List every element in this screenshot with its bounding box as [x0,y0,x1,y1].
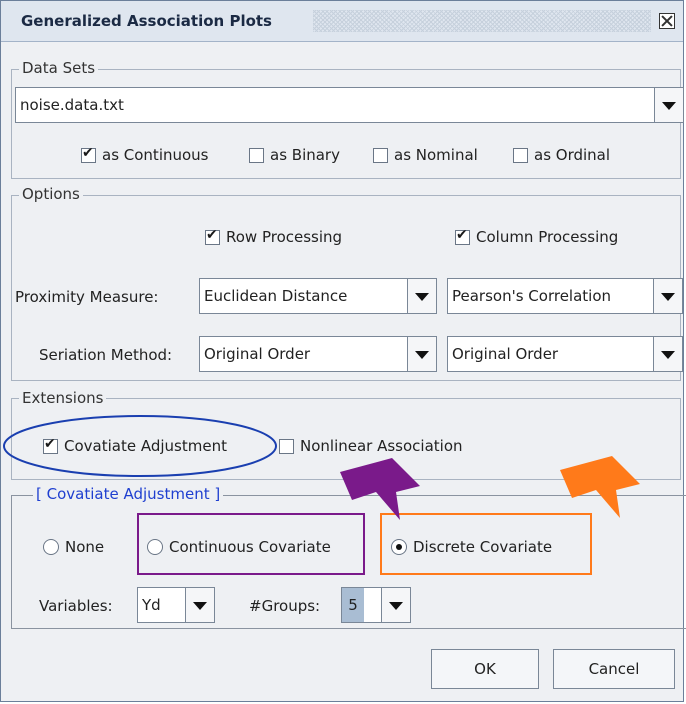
data-set-dropdown[interactable]: noise.data.txt [15,87,684,123]
seriation-row-dropdown[interactable]: Original Order [199,336,437,372]
ok-button[interactable]: OK [431,649,539,689]
checkbox-icon[interactable] [373,147,388,163]
window-title: Generalized Association Plots [21,12,272,30]
proximity-row-dropdown[interactable]: Euclidean Distance [199,278,437,314]
variables-value: Yd [142,596,161,614]
radio-continuous-covariate[interactable]: Continuous Covariate [147,538,331,556]
as-continuous-label: as Continuous [102,146,209,164]
row-processing-label: Row Processing [226,228,343,246]
checkbox-icon[interactable] [279,438,294,454]
covariate-adjustment-legend: [ Covatiate Adjustment ] [33,485,224,503]
radio-none[interactable]: None [43,538,104,556]
checkbox-icon[interactable] [43,436,58,454]
variables-label: Variables: [39,597,113,615]
title-bar[interactable]: Generalized Association Plots [1,1,683,42]
proximity-column-value: Pearson's Correlation [452,287,612,305]
as-binary-label: as Binary [270,146,340,164]
close-icon[interactable] [659,13,675,29]
data-set-value: noise.data.txt [20,96,124,114]
radio-icon[interactable] [43,539,59,555]
as-nominal-checkbox[interactable]: as Nominal [373,146,478,164]
covariate-adjustment-checkbox[interactable]: Covatiate Adjustment [43,436,227,455]
variables-dropdown[interactable]: Yd [137,587,215,623]
as-ordinal-label: as Ordinal [534,146,611,164]
covariate-adjustment-label: Covatiate Adjustment [64,437,227,455]
groups-dropdown[interactable]: 5 [341,587,411,623]
options-legend: Options [19,185,83,203]
radio-icon[interactable] [147,539,163,555]
seriation-method-label: Seriation Method: [39,346,173,364]
as-binary-checkbox[interactable]: as Binary [249,146,340,164]
checkbox-icon[interactable] [249,147,264,163]
radio-discrete-covariate[interactable]: Discrete Covariate [391,538,552,556]
groups-value: 5 [342,588,364,622]
dialog-window: Generalized Association Plots Data Sets … [0,0,686,702]
checkbox-icon[interactable] [455,227,470,245]
as-nominal-label: as Nominal [394,146,478,164]
chevron-down-icon[interactable] [407,279,436,313]
title-bar-grip [313,10,651,32]
data-sets-legend: Data Sets [19,59,99,77]
chevron-down-icon[interactable] [381,588,410,622]
checkbox-icon[interactable] [513,147,528,163]
radio-continuous-label: Continuous Covariate [169,538,331,556]
nonlinear-association-checkbox[interactable]: Nonlinear Association [279,437,463,455]
seriation-column-value: Original Order [452,345,559,363]
checkbox-icon[interactable] [205,227,220,245]
chevron-down-icon[interactable] [653,337,682,371]
as-ordinal-checkbox[interactable]: as Ordinal [513,146,610,164]
column-processing-label: Column Processing [476,228,619,246]
radio-discrete-label: Discrete Covariate [413,538,553,556]
nonlinear-association-label: Nonlinear Association [300,437,463,455]
row-processing-checkbox[interactable]: Row Processing [205,227,343,246]
proximity-column-dropdown[interactable]: Pearson's Correlation [447,278,683,314]
proximity-row-value: Euclidean Distance [204,287,348,305]
radio-none-label: None [65,538,105,556]
checkbox-icon[interactable] [81,145,96,163]
chevron-down-icon[interactable] [653,279,682,313]
column-processing-checkbox[interactable]: Column Processing [455,227,619,246]
seriation-row-value: Original Order [204,345,311,363]
proximity-measure-label: Proximity Measure: [15,288,159,306]
chevron-down-icon[interactable] [185,588,214,622]
cancel-button[interactable]: Cancel [553,649,675,689]
chevron-down-icon[interactable] [654,88,683,122]
radio-icon[interactable] [391,539,407,555]
chevron-down-icon[interactable] [407,337,436,371]
as-continuous-checkbox[interactable]: as Continuous [81,145,209,164]
groups-label: #Groups: [249,597,321,615]
seriation-column-dropdown[interactable]: Original Order [447,336,683,372]
extensions-legend: Extensions [19,389,107,407]
